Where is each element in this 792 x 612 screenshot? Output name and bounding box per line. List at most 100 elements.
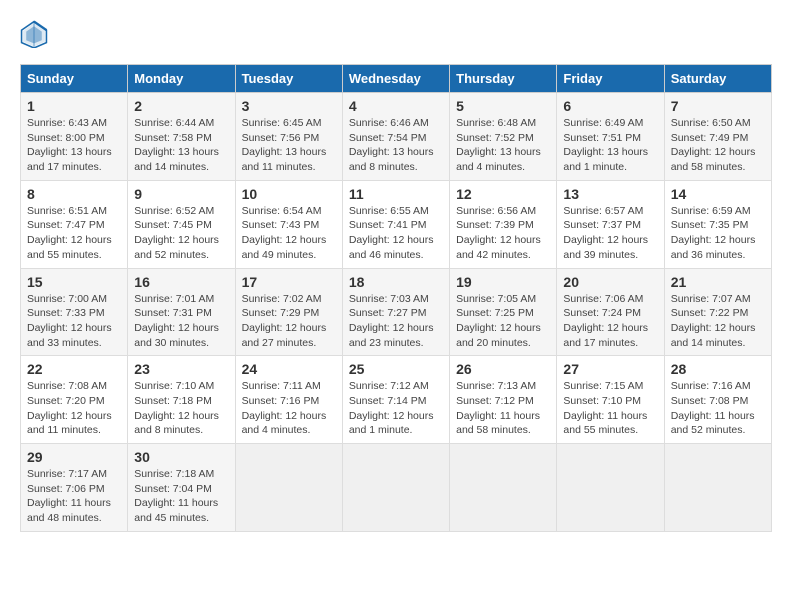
calendar-cell: 17 Sunrise: 7:02 AM Sunset: 7:29 PM Dayl… <box>235 268 342 356</box>
daylight-text: Daylight: 12 hours and 52 minutes. <box>134 234 219 261</box>
day-number: 10 <box>242 186 336 202</box>
calendar-cell: 6 Sunrise: 6:49 AM Sunset: 7:51 PM Dayli… <box>557 93 664 181</box>
calendar-cell: 3 Sunrise: 6:45 AM Sunset: 7:56 PM Dayli… <box>235 93 342 181</box>
day-number: 9 <box>134 186 228 202</box>
logo-icon <box>20 20 48 48</box>
sunrise-text: Sunrise: 6:48 AM <box>456 117 536 129</box>
sunset-text: Sunset: 7:56 PM <box>242 132 320 144</box>
col-header-friday: Friday <box>557 65 664 93</box>
sunset-text: Sunset: 7:27 PM <box>349 307 427 319</box>
daylight-text: Daylight: 12 hours and 30 minutes. <box>134 322 219 349</box>
sunset-text: Sunset: 7:29 PM <box>242 307 320 319</box>
sunset-text: Sunset: 7:12 PM <box>456 395 534 407</box>
daylight-text: Daylight: 13 hours and 4 minutes. <box>456 146 541 173</box>
calendar-cell: 5 Sunrise: 6:48 AM Sunset: 7:52 PM Dayli… <box>450 93 557 181</box>
sunset-text: Sunset: 7:58 PM <box>134 132 212 144</box>
col-header-sunday: Sunday <box>21 65 128 93</box>
day-number: 22 <box>27 361 121 377</box>
col-header-tuesday: Tuesday <box>235 65 342 93</box>
daylight-text: Daylight: 11 hours and 48 minutes. <box>27 497 111 524</box>
calendar-cell: 10 Sunrise: 6:54 AM Sunset: 7:43 PM Dayl… <box>235 180 342 268</box>
daylight-text: Daylight: 12 hours and 27 minutes. <box>242 322 327 349</box>
sunrise-text: Sunrise: 7:13 AM <box>456 380 536 392</box>
day-number: 25 <box>349 361 443 377</box>
day-number: 28 <box>671 361 765 377</box>
calendar-cell <box>342 444 449 532</box>
sunset-text: Sunset: 7:45 PM <box>134 219 212 231</box>
sunrise-text: Sunrise: 6:50 AM <box>671 117 751 129</box>
sunset-text: Sunset: 7:37 PM <box>563 219 641 231</box>
daylight-text: Daylight: 11 hours and 58 minutes. <box>456 410 540 437</box>
daylight-text: Daylight: 12 hours and 36 minutes. <box>671 234 756 261</box>
sunset-text: Sunset: 7:31 PM <box>134 307 212 319</box>
day-number: 1 <box>27 98 121 114</box>
day-number: 17 <box>242 274 336 290</box>
day-number: 20 <box>563 274 657 290</box>
sunset-text: Sunset: 7:54 PM <box>349 132 427 144</box>
calendar-cell: 21 Sunrise: 7:07 AM Sunset: 7:22 PM Dayl… <box>664 268 771 356</box>
col-header-monday: Monday <box>128 65 235 93</box>
calendar-cell: 1 Sunrise: 6:43 AM Sunset: 8:00 PM Dayli… <box>21 93 128 181</box>
sunset-text: Sunset: 7:08 PM <box>671 395 749 407</box>
calendar-cell: 20 Sunrise: 7:06 AM Sunset: 7:24 PM Dayl… <box>557 268 664 356</box>
daylight-text: Daylight: 12 hours and 58 minutes. <box>671 146 756 173</box>
calendar-cell <box>664 444 771 532</box>
sunrise-text: Sunrise: 6:57 AM <box>563 205 643 217</box>
sunset-text: Sunset: 7:33 PM <box>27 307 105 319</box>
day-number: 29 <box>27 449 121 465</box>
sunset-text: Sunset: 7:43 PM <box>242 219 320 231</box>
sunset-text: Sunset: 7:20 PM <box>27 395 105 407</box>
daylight-text: Daylight: 12 hours and 1 minute. <box>349 410 434 437</box>
sunrise-text: Sunrise: 6:54 AM <box>242 205 322 217</box>
calendar-cell: 26 Sunrise: 7:13 AM Sunset: 7:12 PM Dayl… <box>450 356 557 444</box>
day-number: 11 <box>349 186 443 202</box>
day-number: 30 <box>134 449 228 465</box>
calendar-cell: 27 Sunrise: 7:15 AM Sunset: 7:10 PM Dayl… <box>557 356 664 444</box>
col-header-thursday: Thursday <box>450 65 557 93</box>
daylight-text: Daylight: 11 hours and 55 minutes. <box>563 410 647 437</box>
day-number: 14 <box>671 186 765 202</box>
daylight-text: Daylight: 12 hours and 11 minutes. <box>27 410 112 437</box>
daylight-text: Daylight: 12 hours and 17 minutes. <box>563 322 648 349</box>
sunrise-text: Sunrise: 7:00 AM <box>27 293 107 305</box>
calendar-week-4: 22 Sunrise: 7:08 AM Sunset: 7:20 PM Dayl… <box>21 356 772 444</box>
sunrise-text: Sunrise: 7:18 AM <box>134 468 214 480</box>
day-number: 5 <box>456 98 550 114</box>
sunset-text: Sunset: 7:10 PM <box>563 395 641 407</box>
day-number: 6 <box>563 98 657 114</box>
sunset-text: Sunset: 7:04 PM <box>134 483 212 495</box>
sunset-text: Sunset: 7:14 PM <box>349 395 427 407</box>
sunset-text: Sunset: 7:18 PM <box>134 395 212 407</box>
sunset-text: Sunset: 7:39 PM <box>456 219 534 231</box>
daylight-text: Daylight: 12 hours and 42 minutes. <box>456 234 541 261</box>
calendar-cell <box>557 444 664 532</box>
sunset-text: Sunset: 7:47 PM <box>27 219 105 231</box>
calendar-cell: 18 Sunrise: 7:03 AM Sunset: 7:27 PM Dayl… <box>342 268 449 356</box>
sunrise-text: Sunrise: 6:44 AM <box>134 117 214 129</box>
calendar-cell: 28 Sunrise: 7:16 AM Sunset: 7:08 PM Dayl… <box>664 356 771 444</box>
sunrise-text: Sunrise: 7:07 AM <box>671 293 751 305</box>
sunrise-text: Sunrise: 6:43 AM <box>27 117 107 129</box>
daylight-text: Daylight: 12 hours and 20 minutes. <box>456 322 541 349</box>
day-number: 21 <box>671 274 765 290</box>
sunrise-text: Sunrise: 7:10 AM <box>134 380 214 392</box>
calendar-cell: 19 Sunrise: 7:05 AM Sunset: 7:25 PM Dayl… <box>450 268 557 356</box>
sunrise-text: Sunrise: 7:11 AM <box>242 380 321 392</box>
calendar-cell <box>235 444 342 532</box>
daylight-text: Daylight: 13 hours and 11 minutes. <box>242 146 327 173</box>
sunset-text: Sunset: 7:24 PM <box>563 307 641 319</box>
daylight-text: Daylight: 12 hours and 46 minutes. <box>349 234 434 261</box>
sunrise-text: Sunrise: 6:52 AM <box>134 205 214 217</box>
daylight-text: Daylight: 12 hours and 8 minutes. <box>134 410 219 437</box>
calendar-week-5: 29 Sunrise: 7:17 AM Sunset: 7:06 PM Dayl… <box>21 444 772 532</box>
sunrise-text: Sunrise: 6:56 AM <box>456 205 536 217</box>
day-number: 23 <box>134 361 228 377</box>
daylight-text: Daylight: 11 hours and 52 minutes. <box>671 410 755 437</box>
daylight-text: Daylight: 12 hours and 55 minutes. <box>27 234 112 261</box>
calendar-cell: 12 Sunrise: 6:56 AM Sunset: 7:39 PM Dayl… <box>450 180 557 268</box>
sunset-text: Sunset: 7:41 PM <box>349 219 427 231</box>
day-number: 2 <box>134 98 228 114</box>
sunrise-text: Sunrise: 6:49 AM <box>563 117 643 129</box>
sunrise-text: Sunrise: 7:01 AM <box>134 293 214 305</box>
sunrise-text: Sunrise: 6:46 AM <box>349 117 429 129</box>
